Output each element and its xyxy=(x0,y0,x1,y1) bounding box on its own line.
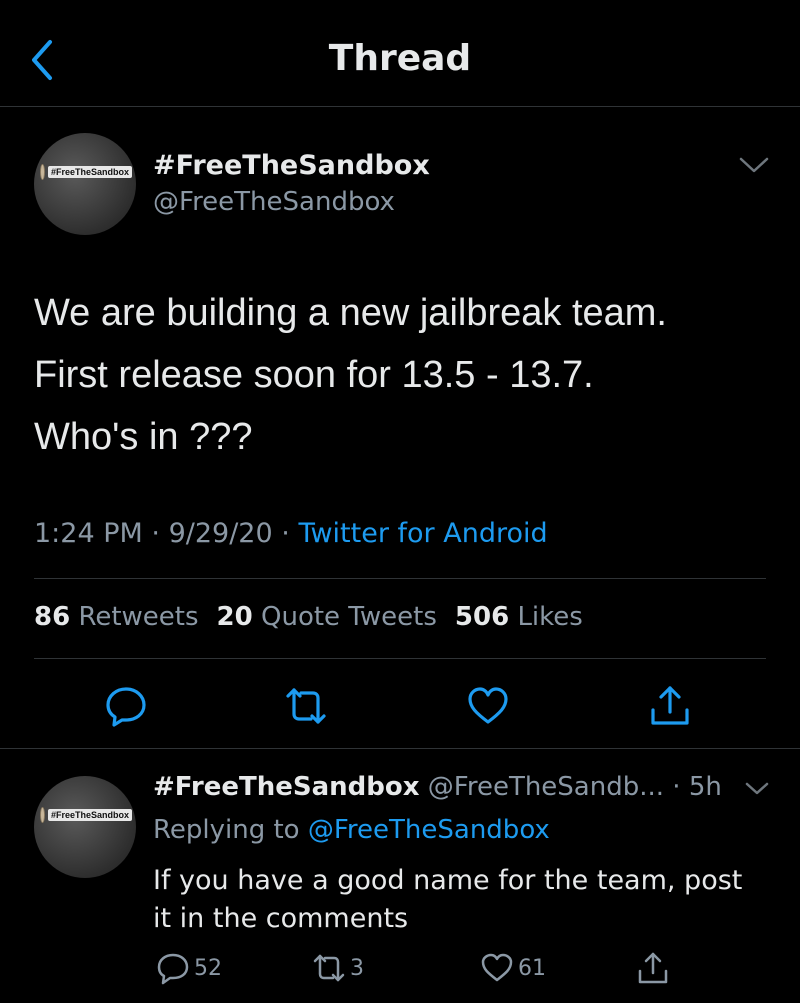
author-handle[interactable]: @FreeTheSandbox xyxy=(153,187,395,217)
logo-mark xyxy=(40,807,45,823)
reply-count: 52 xyxy=(194,955,222,981)
retweet-icon xyxy=(313,954,345,982)
tweet-meta: 1:24 PM · 9/29/20 · Twitter for Android xyxy=(34,518,548,549)
reply-author-handle[interactable]: @FreeTheSandb... xyxy=(428,772,664,802)
tweet-source-link[interactable]: Twitter for Android xyxy=(298,518,547,549)
retweets-label: Retweets xyxy=(78,602,199,632)
reply-line: If you have a good name for the team, po… xyxy=(153,865,743,896)
retweets-stat[interactable]: 86 Retweets xyxy=(34,602,199,632)
share-icon xyxy=(651,686,689,725)
meta-separator: · xyxy=(672,772,681,802)
reply-header: #FreeTheSandbox @FreeTheSandb... · 5h xyxy=(153,772,722,802)
heart-icon xyxy=(481,953,513,982)
meta-separator: · xyxy=(281,518,290,549)
tweet-line: Who's in ??? xyxy=(34,416,253,458)
reply-line: it in the comments xyxy=(153,903,409,934)
meta-separator: · xyxy=(151,518,160,549)
likes-label: Likes xyxy=(517,602,583,632)
quotes-count: 20 xyxy=(216,602,253,632)
comment-icon xyxy=(157,953,189,985)
likes-stat[interactable]: 506 Likes xyxy=(455,602,583,632)
likes-count: 506 xyxy=(454,602,510,632)
avatar-logo-text: #FreeTheSandbox xyxy=(47,809,132,821)
avatar-logo-text: #FreeTheSandbox xyxy=(47,166,132,178)
like-count: 61 xyxy=(518,955,546,981)
divider xyxy=(34,578,766,579)
retweet-count: 3 xyxy=(350,955,364,981)
tweet-line: First release soon for 13.5 - 13.7. xyxy=(34,354,594,396)
reply-age: 5h xyxy=(688,772,722,802)
quotes-stat[interactable]: 20 Quote Tweets xyxy=(217,602,437,632)
tweet-time: 1:24 PM xyxy=(34,518,143,549)
avatar-logo: #FreeTheSandbox xyxy=(40,163,132,181)
replying-label: Replying to xyxy=(153,815,300,845)
top-bar: Thread xyxy=(0,0,800,107)
reply-reply-button[interactable]: 52 xyxy=(156,950,222,986)
logo-mark xyxy=(40,164,45,180)
retweet-button[interactable] xyxy=(284,684,328,728)
retweets-count: 86 xyxy=(34,602,71,632)
reply-text: If you have a good name for the team, po… xyxy=(153,862,773,938)
divider xyxy=(34,658,766,659)
quotes-label: Quote Tweets xyxy=(261,602,437,632)
tweet-date: 9/29/20 xyxy=(168,518,273,549)
reply-like-button[interactable]: 61 xyxy=(480,950,546,986)
chevron-down-icon[interactable] xyxy=(738,155,770,177)
page-title: Thread xyxy=(328,38,472,79)
avatar[interactable]: #FreeTheSandbox xyxy=(34,133,136,235)
reply-avatar[interactable]: #FreeTheSandbox xyxy=(34,776,136,878)
tweet-stats: 86 Retweets 20 Quote Tweets 506 Likes xyxy=(34,602,583,632)
reply-button[interactable] xyxy=(104,684,148,728)
tweet-text: We are building a new jailbreak team. Fi… xyxy=(34,282,774,468)
avatar-logo: #FreeTheSandbox xyxy=(40,806,132,824)
chevron-down-icon[interactable] xyxy=(744,780,770,798)
share-button[interactable] xyxy=(648,684,692,728)
heart-icon xyxy=(468,687,508,724)
tweet-line: We are building a new jailbreak team. xyxy=(34,292,667,334)
reply-share-button[interactable] xyxy=(636,950,670,986)
reply-author-name[interactable]: #FreeTheSandbox xyxy=(153,772,420,802)
like-button[interactable] xyxy=(466,684,510,728)
share-icon xyxy=(638,952,668,984)
divider xyxy=(0,748,800,749)
retweet-icon xyxy=(286,688,326,724)
comment-icon xyxy=(106,687,146,727)
reply-retweet-button[interactable]: 3 xyxy=(312,950,364,986)
replying-to: Replying to @FreeTheSandbox xyxy=(153,815,550,845)
author-name[interactable]: #FreeTheSandbox xyxy=(153,150,430,181)
replying-handle-link[interactable]: @FreeTheSandbox xyxy=(308,815,550,845)
